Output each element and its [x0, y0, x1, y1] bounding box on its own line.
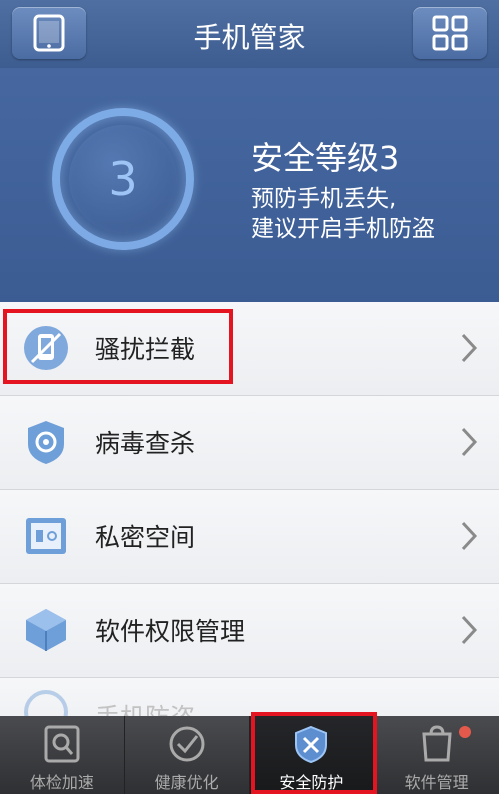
grid-icon — [432, 15, 468, 51]
app-manage-icon — [422, 725, 452, 762]
list-item-label: 病毒查杀 — [95, 429, 196, 458]
tab-label: 软件管理 — [404, 773, 469, 792]
tab-app-manage[interactable]: 软件管理 — [374, 716, 499, 794]
tab-label: 体检加速 — [29, 773, 94, 792]
list-item-virus-scan[interactable]: 病毒查杀 — [0, 396, 499, 490]
list-item-label: 私密空间 — [95, 523, 196, 552]
tab-label: 健康优化 — [154, 773, 219, 792]
app-permission-icon — [26, 609, 66, 651]
security-level-text: 安全等级3 — [251, 139, 400, 177]
tab-security[interactable]: 安全防护 — [249, 716, 375, 794]
tab-checkup[interactable]: 体检加速 — [0, 716, 125, 794]
chevron-right-icon — [461, 333, 478, 363]
optimize-icon — [169, 726, 205, 762]
top-bar: 手机管家 — [0, 0, 499, 68]
list-item-label: 软件权限管理 — [95, 617, 246, 646]
bottom-nav: 体检加速 健康优化 安全防护 软件管理 — [0, 716, 499, 794]
list-item-app-permission[interactable]: 软件权限管理 — [0, 584, 499, 678]
security-level-number: 3 — [108, 152, 138, 206]
tab-label: 安全防护 — [279, 773, 344, 792]
menu-grid-button[interactable] — [413, 7, 487, 59]
advice-line-1: 预防手机丢失, — [251, 186, 397, 212]
list-item-harassment-block[interactable]: 骚扰拦截 — [0, 302, 499, 396]
harassment-block-icon — [24, 326, 68, 370]
chevron-right-icon — [461, 521, 478, 551]
virus-scan-icon — [28, 421, 64, 464]
chevron-right-icon — [461, 615, 478, 645]
list-item-private-space[interactable]: 私密空间 — [0, 490, 499, 584]
tab-optimize[interactable]: 健康优化 — [125, 716, 250, 794]
private-space-icon — [26, 518, 66, 554]
checkup-icon — [44, 725, 80, 763]
notification-dot — [459, 726, 471, 738]
chevron-right-icon — [461, 427, 478, 457]
advice-line-2: 建议开启手机防盗 — [251, 216, 435, 242]
list-item-label: 骚扰拦截 — [95, 335, 196, 364]
feature-list: 骚扰拦截 病毒查杀 私密空间 软件权限管理 — [0, 302, 499, 738]
shield-icon — [295, 725, 328, 764]
